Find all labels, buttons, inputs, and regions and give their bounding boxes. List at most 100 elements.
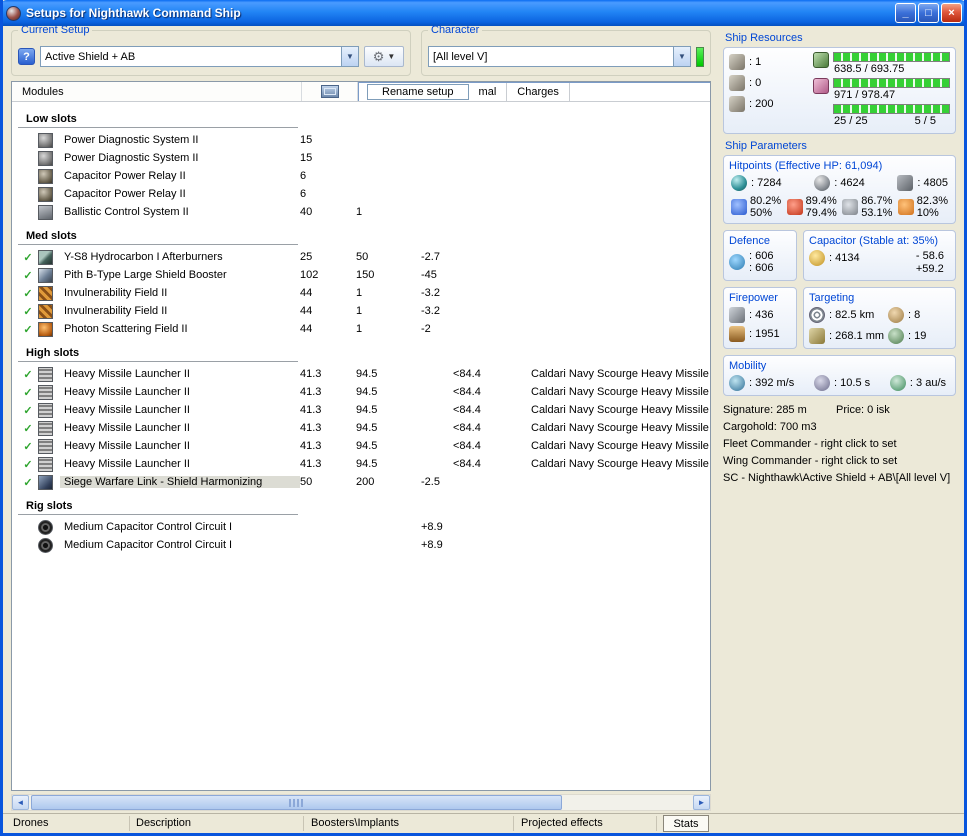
capacitor-drain: - 58.6	[915, 250, 944, 262]
scroll-right-icon[interactable]: ►	[693, 795, 710, 810]
module-row[interactable]: ✓ Pith B-Type Large Shield Booster 102 1…	[12, 266, 710, 284]
modules-column-header[interactable]: Modules	[12, 82, 302, 101]
em-resist-icon	[731, 199, 747, 215]
module-cpu-value: 41.3	[300, 422, 322, 434]
invuln-icon	[38, 303, 53, 319]
list-tabstrip: Rename setup mal Charges	[358, 82, 710, 101]
warp-speed-value: : 3 au/s	[909, 377, 946, 389]
rename-setup-item[interactable]: Rename setup	[367, 84, 469, 100]
minimize-button[interactable]: _	[895, 3, 916, 23]
defence-title: Defence	[729, 235, 770, 247]
module-row[interactable]: ✓ Power Diagnostic System II 15	[12, 149, 710, 167]
mobility-box: Mobility : 392 m/s : 10.5 s : 3 au/s	[723, 355, 956, 396]
tab-stats[interactable]: Stats	[663, 815, 709, 832]
module-row[interactable]: ✓ Medium Capacitor Control Circuit I +8.…	[12, 536, 710, 554]
ship-parameters-label: Ship Parameters	[725, 140, 807, 152]
targeting-range-value: : 82.5 km	[829, 309, 875, 321]
cargohold-value: Cargohold: 700 m3	[723, 421, 817, 433]
siege-link-icon	[38, 474, 53, 490]
module-cpu-value: 41.3	[300, 404, 322, 416]
defence-value-1: : 606	[749, 250, 774, 262]
scroll-left-icon[interactable]: ◄	[12, 795, 29, 810]
module-cpu-value: 6	[300, 170, 307, 182]
tab-boosters-implants[interactable]: Boosters\Implants	[311, 817, 399, 829]
targeting-title: Targeting	[809, 292, 855, 304]
tab-description[interactable]: Description	[136, 817, 191, 829]
module-cap-value: -45	[421, 269, 437, 281]
help-icon[interactable]: ?	[18, 48, 35, 65]
module-cap-value: +8.9	[421, 539, 443, 551]
scrollbar-thumb[interactable]	[31, 795, 563, 810]
tab-drones[interactable]: Drones	[13, 817, 48, 829]
horizontal-scrollbar[interactable]: ◄ ►	[11, 794, 711, 811]
close-button[interactable]: ×	[941, 3, 962, 23]
explosive-armor-resist: 10%	[916, 207, 939, 219]
module-row[interactable]: ✓ Heavy Missile Launcher II 41.3 94.5 <8…	[12, 455, 710, 473]
powergrid-icon	[813, 78, 829, 94]
module-row[interactable]: ✓ Invulnerability Field II 44 1 -3.2	[12, 302, 710, 320]
module-cap-value: +8.9	[421, 521, 443, 533]
app-icon	[6, 5, 21, 21]
tools-button[interactable]: ⚙ ▼	[364, 46, 404, 67]
stats-panel: Ship Resources : 1 : 0 : 200 638.5 / 693…	[713, 26, 964, 813]
module-row[interactable]: ✓ Heavy Missile Launcher II 41.3 94.5 <8…	[12, 437, 710, 455]
tab-projected-effects[interactable]: Projected effects	[521, 817, 603, 829]
tab-normal[interactable]: mal	[469, 83, 508, 101]
module-row[interactable]: ✓ Y-S8 Hydrocarbon I Afterburners 25 50 …	[12, 248, 710, 266]
setup-select-value: Active Shield + AB	[45, 50, 136, 63]
signature-value: Signature: 285 m	[723, 404, 807, 416]
module-name: Power Diagnostic System II	[64, 152, 199, 164]
module-row[interactable]: ✓ Heavy Missile Launcher II 41.3 94.5 <8…	[12, 401, 710, 419]
module-name: Heavy Missile Launcher II	[64, 404, 190, 416]
module-cpu-value: 15	[300, 152, 313, 164]
module-row[interactable]: ✓ Heavy Missile Launcher II 41.3 94.5 <8…	[12, 365, 710, 383]
active-check-icon: ✓	[23, 386, 33, 399]
module-pg-value: 94.5	[356, 404, 378, 416]
thermal-shield-resist: 89.4%	[805, 195, 837, 207]
module-row[interactable]: ✓ Power Diagnostic System II 15	[12, 131, 710, 149]
tab-charges[interactable]: Charges	[507, 83, 570, 101]
module-row[interactable]: ✓ Medium Capacitor Control Circuit I +8.…	[12, 518, 710, 536]
maximize-button[interactable]: □	[918, 3, 939, 23]
module-row[interactable]: ✓ Photon Scattering Field II 44 1 -2	[12, 320, 710, 338]
modules-list-header: Modules Rename setup mal Charges	[12, 82, 710, 102]
em-armor-resist: 50%	[750, 207, 773, 219]
window-title: Setups for Nighthawk Command Ship	[26, 6, 241, 20]
scrollbar-track[interactable]	[29, 795, 693, 810]
setup-select[interactable]: Active Shield + AB ▼	[40, 46, 359, 67]
module-row[interactable]: ✓ Capacitor Power Relay II 6	[12, 167, 710, 185]
module-row[interactable]: ✓ Heavy Missile Launcher II 41.3 94.5 <8…	[12, 383, 710, 401]
title-bar[interactable]: Setups for Nighthawk Command Ship _ □ ×	[3, 0, 964, 26]
pds-icon	[38, 132, 53, 148]
module-name: Photon Scattering Field II	[64, 323, 188, 335]
capacitor-icon	[809, 250, 825, 266]
capacitor-recharge: +59.2	[915, 263, 944, 275]
module-pg-value: 94.5	[356, 368, 378, 380]
chevron-down-icon[interactable]: ▼	[673, 47, 690, 66]
module-cap-value: -2	[421, 323, 431, 335]
module-row[interactable]: ✓ Ballistic Control System II 40 1	[12, 203, 710, 221]
character-select[interactable]: [All level V] ▼	[428, 46, 691, 67]
structure-hp-value: : 4805	[917, 177, 948, 189]
module-row[interactable]: ✓ Capacitor Power Relay II 6	[12, 185, 710, 203]
missile-launcher-icon	[38, 438, 53, 454]
slot-section-header: Low slots	[18, 111, 298, 128]
chevron-down-icon[interactable]: ▼	[341, 47, 358, 66]
active-check-icon: ✓	[23, 404, 33, 417]
missile-launcher-icon	[38, 366, 53, 382]
active-check-icon: ✓	[23, 368, 33, 381]
module-row[interactable]: ✓ Heavy Missile Launcher II 41.3 94.5 <8…	[12, 419, 710, 437]
character-label: Character	[428, 26, 483, 36]
cpu-column-header[interactable]	[302, 82, 358, 101]
wing-commander-line[interactable]: Wing Commander - right click to set	[723, 453, 956, 470]
module-row[interactable]: ✓ Siege Warfare Link - Shield Harmonizin…	[12, 473, 710, 491]
module-cpu-value: 41.3	[300, 386, 322, 398]
explosive-shield-resist: 82.3%	[916, 195, 948, 207]
module-name: Y-S8 Hydrocarbon I Afterburners	[64, 251, 223, 263]
chevron-down-icon: ▼	[387, 52, 396, 61]
module-name: Heavy Missile Launcher II	[64, 368, 190, 380]
module-pg-value: 1	[356, 323, 363, 335]
module-row[interactable]: ✓ Invulnerability Field II 44 1 -3.2	[12, 284, 710, 302]
fleet-commander-line[interactable]: Fleet Commander - right click to set	[723, 436, 956, 453]
module-name: Siege Warfare Link - Shield Harmonizing	[60, 476, 300, 488]
